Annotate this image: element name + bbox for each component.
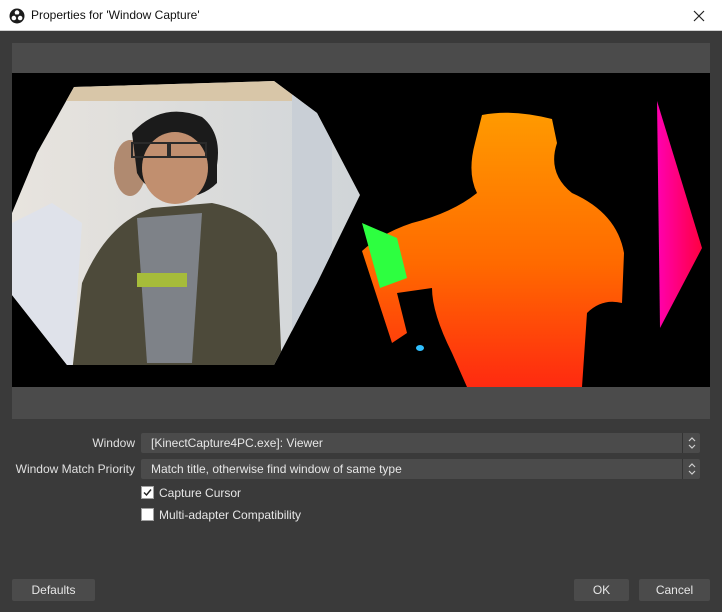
checkbox-unchecked[interactable] xyxy=(141,508,154,521)
multi-adapter-label: Multi-adapter Compatibility xyxy=(159,508,302,522)
capture-preview xyxy=(12,73,710,387)
title-bar: Properties for 'Window Capture' xyxy=(0,0,722,31)
chevron-up-down-icon xyxy=(682,459,700,479)
defaults-button[interactable]: Defaults xyxy=(12,579,95,601)
match-priority-row: Window Match Priority Match title, other… xyxy=(0,459,722,479)
match-priority-label: Window Match Priority xyxy=(15,462,135,476)
cancel-button[interactable]: Cancel xyxy=(639,579,710,601)
window-label: Window xyxy=(92,436,135,450)
preview-panel xyxy=(12,43,710,419)
window-title: Properties for 'Window Capture' xyxy=(31,8,200,22)
obs-logo-icon xyxy=(9,8,25,24)
match-priority-value: Match title, otherwise find window of sa… xyxy=(151,462,402,476)
close-button[interactable] xyxy=(676,0,722,31)
match-priority-select[interactable]: Match title, otherwise find window of sa… xyxy=(141,459,700,479)
window-select[interactable]: [KinectCapture4PC.exe]: Viewer xyxy=(141,433,700,453)
chevron-up-down-icon xyxy=(682,433,700,453)
capture-cursor-label: Capture Cursor xyxy=(159,486,242,500)
checkmark-icon xyxy=(143,489,152,497)
capture-cursor-checkbox[interactable]: Capture Cursor xyxy=(141,485,341,501)
window-row: Window [KinectCapture4PC.exe]: Viewer xyxy=(0,433,722,453)
close-icon xyxy=(693,10,705,21)
window-select-value: [KinectCapture4PC.exe]: Viewer xyxy=(151,436,323,450)
kinect-preview-image xyxy=(12,81,702,387)
multi-adapter-checkbox[interactable]: Multi-adapter Compatibility xyxy=(141,507,361,523)
checkbox-checked[interactable] xyxy=(141,486,154,499)
ok-button[interactable]: OK xyxy=(574,579,629,601)
